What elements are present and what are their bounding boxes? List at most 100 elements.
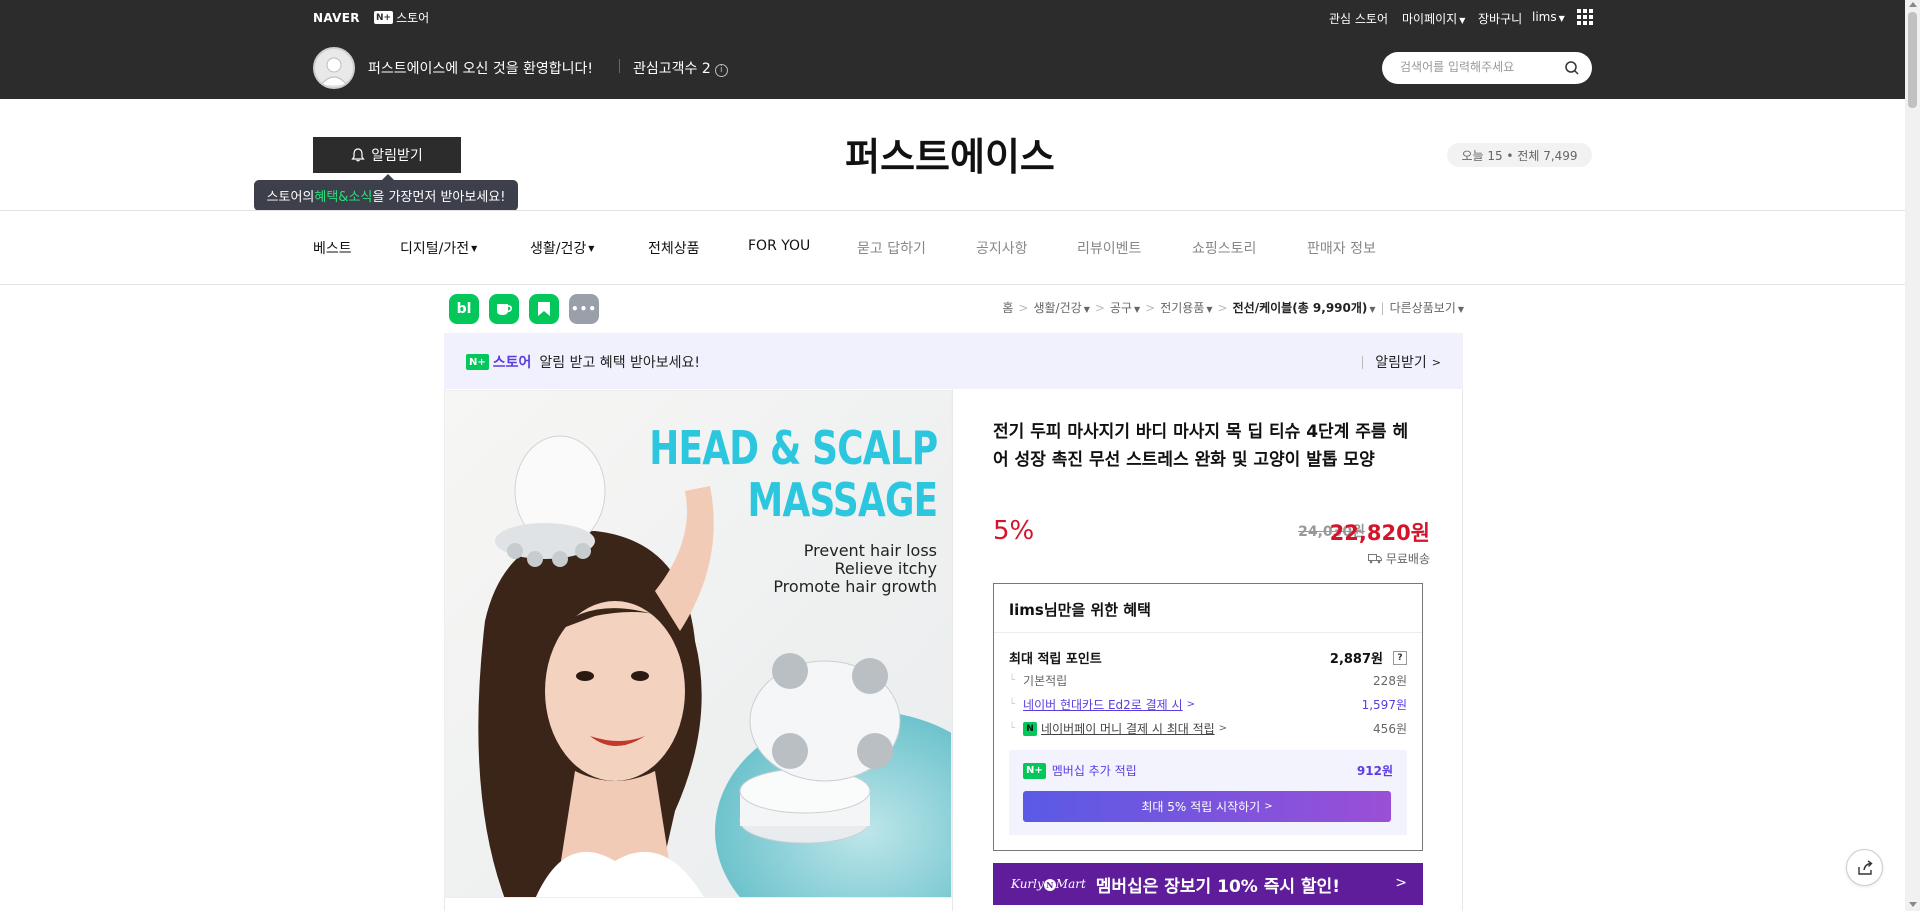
share-button[interactable] [1846,849,1883,886]
crumb-electric[interactable]: 전기용품 ▼ [1160,301,1212,315]
membership-value: 912원 [1356,764,1393,778]
mypage-label: 마이페이지 [1402,12,1458,26]
breadcrumb: 홈 > 생활/건강 ▼ > 공구 ▼ > 전기용품 ▼ > 전선/케이블(총 9,990개) ▼ | 다른상… [1002,301,1464,315]
other-products-dropdown[interactable]: 다른상품보기 ▼ [1390,301,1464,315]
image-sub-3: Promote hair growth [773,577,937,596]
nav-living-health[interactable]: 생활/건강 ▼ [530,238,594,258]
chevron-down-icon: ▼ [1083,305,1090,314]
crumb-living-health[interactable]: 생활/건강 ▼ [1033,301,1089,315]
info-icon[interactable]: i [714,63,728,77]
apps-grid-icon[interactable] [1577,9,1593,25]
tree-branch-icon: └ [1009,723,1016,734]
kurly-banner-text: 멤버십은 장보기 10% 즉시 할인! [1095,876,1340,897]
visit-count: 오늘 15 • 전체 7,499 [1447,143,1592,167]
welcome-message: 퍼스트에이스에 오신 것을 환영합니다! [368,61,594,77]
link-mypage[interactable]: 마이페이지 ▼ [1402,10,1465,27]
nav-label: 묻고 답하기 [857,241,926,257]
cafe-share-icon[interactable] [489,294,519,324]
chevron-down-icon: ▼ [471,244,478,253]
image-headline-2: MASSAGE [747,473,938,527]
more-icon[interactable]: ••• [569,294,599,324]
notify-text: 알림 받고 혜택 받아보세요! [539,355,701,371]
naver-logo[interactable]: NAVER [313,11,360,25]
scroll-up-arrow-icon[interactable] [1909,2,1917,7]
kurly-logo-n: N [1043,879,1056,891]
nav-label: 공지사항 [976,241,1028,257]
npay-benefit-link[interactable]: 네이버페이 머니 결제 시 최대 적립 [1041,720,1215,737]
nav-label: 전체상품 [648,241,700,257]
crumb-cable[interactable]: 전선/케이블(총 9,990개) ▼ [1233,301,1376,315]
nav-for-you[interactable]: FOR YOU [748,238,810,254]
nav-review-event[interactable]: 리뷰이벤트 [1077,238,1141,258]
chevron-right-icon: > [1186,699,1195,710]
search-input[interactable] [1400,60,1560,74]
notify-subscribe-link[interactable]: 알림받기 > [1362,352,1441,372]
search-bar [1382,52,1592,84]
chevron-down-icon: ▼ [1459,16,1466,25]
alarm-label: 알림받기 [371,148,423,164]
link-cart[interactable]: 장바구니 [1478,10,1522,27]
store-name[interactable]: 퍼스트에이스 [750,126,1150,181]
subscribe-alarm-button[interactable]: 알림받기 [313,137,461,173]
card-points-row: └ 네이버 현대카드 Ed2로 결제 시 > 1,597원 [1009,696,1407,713]
chevron-down-icon: ▼ [1558,14,1565,23]
divider [1362,355,1364,369]
shipping-info: 무료배송 [1367,550,1430,567]
basic-points-row: └ 기본적립 228원 [1009,672,1407,689]
crumb-label: 전선/케이블 [1232,301,1293,315]
scroll-down-arrow-icon[interactable] [1909,902,1917,907]
help-icon[interactable]: ? [1393,650,1407,665]
product-main-image[interactable]: HEAD & SCALP MASSAGE Prevent hair loss R… [444,390,952,898]
image-sub-2: Relieve itchy [834,559,938,578]
store-avatar[interactable] [313,47,355,89]
kurly-mart-banner[interactable]: Kurly N Mart 멤버십은 장보기 10% 즉시 할인! > [993,863,1423,905]
share-icon [1857,859,1873,875]
crumb-count: (총 9,990개) [1292,301,1368,315]
notify-banner: N+ 스토어 알림 받고 혜택 받아보세요! 알림받기 > [444,333,1463,389]
nav-qna[interactable]: 묻고 답하기 [857,238,926,258]
kurly-logo-mart: Mart [1055,877,1086,891]
crumb-home[interactable]: 홈 [1002,301,1013,315]
npay-points-row: └ N 네이버페이 머니 결제 시 최대 적립 > 456원 [1009,720,1407,737]
nav-best[interactable]: 베스트 [313,238,352,258]
membership-start-button[interactable]: 최대 5% 적립 시작하기 > [1023,791,1391,822]
nav-shopping-story[interactable]: 쇼핑스토리 [1192,238,1256,258]
page-scrollbar[interactable] [1905,0,1920,911]
divider [994,632,1422,633]
crumb-tools[interactable]: 공구 ▼ [1110,301,1140,315]
crumb-label: 다른상품보기 [1389,301,1456,315]
membership-box: N+ 멤버십 추가 적립 912원 최대 5% 적립 시작하기 > [1009,750,1407,835]
link-favorite-stores[interactable]: 관심 스토어 [1329,10,1388,27]
npay-logo-icon: N+ [374,11,394,24]
nav-label: 쇼핑스토리 [1192,241,1257,257]
card-benefit-link[interactable]: 네이버 현대카드 Ed2로 결제 시 [1023,696,1183,713]
search-icon[interactable] [1565,61,1579,75]
crumb-label: 공구 [1109,301,1132,315]
notify-action-label: 알림받기 [1375,355,1427,371]
chevron-right-icon: > [1264,801,1273,812]
divider [619,59,620,73]
bell-icon [351,148,365,162]
bookmark-icon[interactable] [529,294,559,324]
nav-label: 베스트 [313,241,352,257]
chevron-down-icon: ▼ [1206,305,1213,314]
nav-all-products[interactable]: 전체상품 [648,238,700,258]
chevron-right-icon: > [1431,355,1441,369]
chevron-down-icon: ▼ [1369,305,1376,314]
alarm-tooltip: 스토어의 혜택&소식 을 가장먼저 받아보세요! [254,174,518,211]
scrollbar-thumb[interactable] [1908,12,1917,108]
chevron-right-icon: > [1395,875,1407,891]
npay-store-logo[interactable]: N+ 스토어 [374,9,429,26]
basic-points-value: 228원 [1373,674,1407,688]
nav-digital[interactable]: 디지털/가전 ▼ [400,238,477,258]
nav-seller-info[interactable]: 판매자 정보 [1307,238,1376,258]
tree-branch-icon: └ [1009,675,1016,686]
nav-notice[interactable]: 공지사항 [976,238,1028,258]
nav-label: 판매자 정보 [1307,241,1376,257]
crumb-label: 생활/건강 [1033,301,1082,315]
nav-label: 생활/건강 [530,241,587,257]
user-menu[interactable]: lims ▼ [1532,10,1565,24]
blog-share-icon[interactable]: bl [449,294,479,324]
interest-customers[interactable]: 관심고객수 2i [633,58,728,78]
tooltip-highlight: 혜택&소식 [314,190,373,205]
